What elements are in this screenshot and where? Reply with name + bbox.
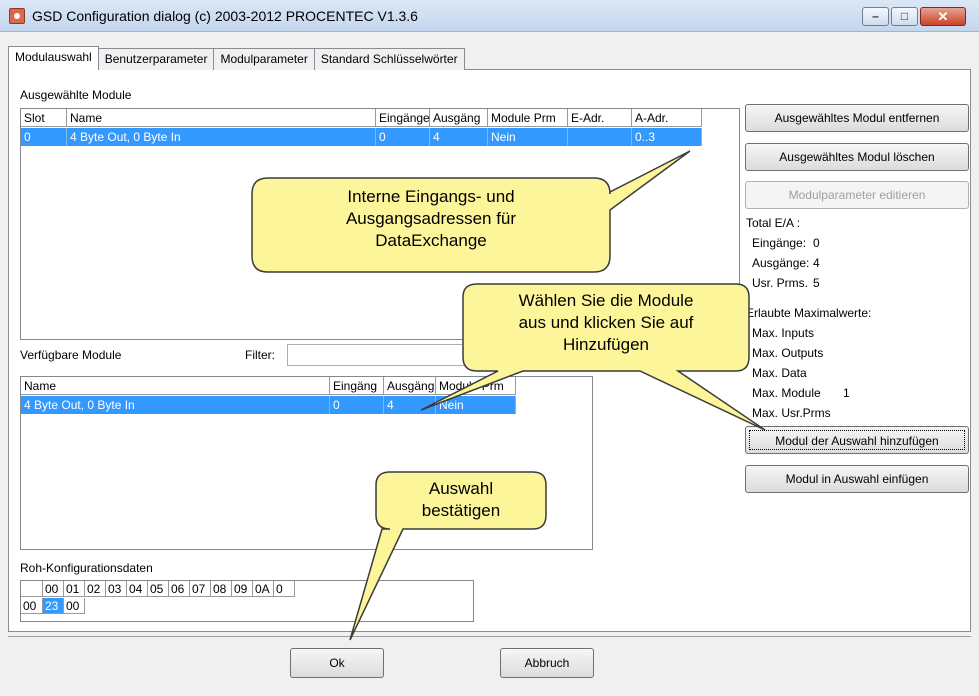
callout-line: DataExchange xyxy=(375,231,487,250)
callout-line: bestätigen xyxy=(421,501,501,520)
callout-line: Wählen Sie die Module xyxy=(518,291,694,310)
callout-line: Ausgangsadressen für xyxy=(345,209,517,228)
callout-line: Auswahl xyxy=(428,479,494,498)
callout-line: Hinzufügen xyxy=(562,335,649,354)
callout-confirm-text: Auswahl bestätigen xyxy=(376,478,546,522)
callout-addresses-text: Interne Eingangs- und Ausgangsadressen f… xyxy=(252,186,610,252)
callout-select-add-text: Wählen Sie die Module aus und klicken Si… xyxy=(463,290,749,356)
callout-line: Interne Eingangs- und xyxy=(347,187,515,206)
tab-modulauswahl[interactable]: Modulauswahl xyxy=(8,46,99,70)
callout-line: aus und klicken Sie auf xyxy=(518,313,694,332)
